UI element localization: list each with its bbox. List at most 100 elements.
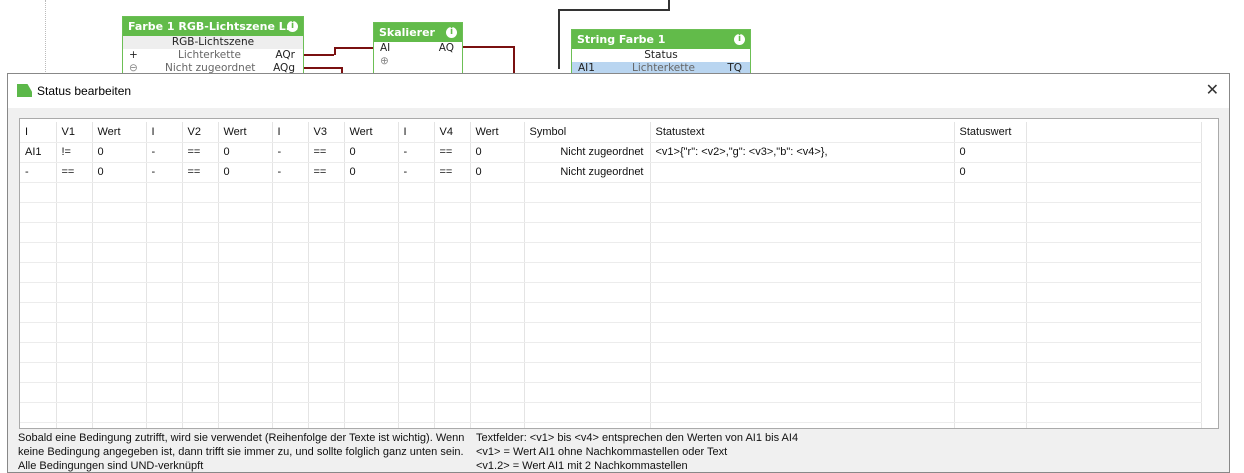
table-cell[interactable] (218, 302, 273, 323)
table-cell[interactable]: != (56, 142, 93, 163)
table-cell[interactable] (650, 242, 955, 263)
table-cell[interactable] (272, 322, 309, 343)
table-cell[interactable] (344, 202, 399, 223)
table-cell[interactable] (1026, 262, 1202, 283)
table-cell[interactable]: - (20, 162, 57, 183)
table-cell[interactable]: 0 (92, 142, 147, 163)
table-cell[interactable] (650, 302, 955, 323)
table-cell[interactable] (650, 262, 955, 283)
table-cell[interactable]: AI1 (20, 142, 57, 163)
table-cell[interactable] (954, 202, 1027, 223)
table-cell[interactable] (650, 222, 955, 243)
table-cell[interactable] (272, 182, 309, 203)
table-cell[interactable] (954, 402, 1027, 423)
table-cell[interactable] (272, 282, 309, 303)
table-cell[interactable] (182, 362, 219, 383)
table-cell[interactable] (218, 202, 273, 223)
table-cell[interactable] (470, 282, 525, 303)
table-cell[interactable] (308, 422, 345, 428)
table-cell[interactable] (1026, 162, 1202, 183)
table-cell[interactable] (182, 222, 219, 243)
table-cell[interactable] (1026, 282, 1202, 303)
table-cell[interactable]: 0 (470, 162, 525, 183)
table-cell[interactable] (434, 362, 471, 383)
table-cell[interactable] (56, 402, 93, 423)
empty-row[interactable] (20, 422, 1202, 428)
table-cell[interactable] (56, 242, 93, 263)
table-cell[interactable] (1026, 242, 1202, 263)
table-cell[interactable] (434, 222, 471, 243)
table-cell[interactable] (56, 202, 93, 223)
table-cell[interactable] (524, 262, 651, 283)
table-cell[interactable]: == (308, 162, 345, 183)
table-cell[interactable] (146, 282, 183, 303)
table-cell[interactable] (92, 342, 147, 363)
table-cell[interactable] (146, 302, 183, 323)
table-cell[interactable]: == (182, 142, 219, 163)
table-cell[interactable] (56, 362, 93, 383)
table-cell[interactable] (524, 322, 651, 343)
table-cell[interactable] (344, 242, 399, 263)
table-cell[interactable] (272, 342, 309, 363)
column-header[interactable]: V2 (182, 122, 219, 143)
empty-row[interactable] (20, 382, 1202, 403)
table-cell[interactable] (470, 362, 525, 383)
info-icon[interactable]: i (287, 21, 298, 32)
table-cell[interactable] (954, 302, 1027, 323)
table-cell[interactable] (218, 422, 273, 428)
table-cell[interactable] (524, 362, 651, 383)
table-cell[interactable] (308, 282, 345, 303)
table-row[interactable]: AI1 != 0- == 0- == 0- == 0 Nicht zugeordnet <v1>{"… (20, 142, 1202, 163)
table-cell[interactable] (470, 182, 525, 203)
table-cell[interactable] (146, 242, 183, 263)
column-header[interactable]: V3 (308, 122, 345, 143)
table-cell[interactable] (524, 242, 651, 263)
table-cell[interactable] (954, 182, 1027, 203)
table-cell[interactable] (470, 202, 525, 223)
info-icon[interactable]: i (446, 27, 457, 38)
info-icon[interactable]: i (734, 34, 745, 45)
empty-row[interactable] (20, 342, 1202, 363)
table-cell[interactable]: == (308, 142, 345, 163)
table-cell[interactable] (398, 362, 435, 383)
column-header[interactable]: V1 (56, 122, 93, 143)
table-cell[interactable] (308, 242, 345, 263)
dialog-titlebar[interactable]: Status bearbeiten ✕ (8, 74, 1229, 108)
table-cell[interactable] (182, 262, 219, 283)
add-input-icon[interactable]: ⊕ (374, 55, 462, 68)
table-cell[interactable] (20, 342, 57, 363)
table-cell[interactable] (434, 302, 471, 323)
table-cell[interactable] (954, 322, 1027, 343)
table-cell[interactable] (20, 362, 57, 383)
empty-row[interactable] (20, 222, 1202, 243)
table-cell[interactable] (272, 382, 309, 403)
table-cell[interactable] (308, 222, 345, 243)
table-cell[interactable] (92, 302, 147, 323)
table-cell[interactable] (92, 182, 147, 203)
table-cell[interactable] (434, 262, 471, 283)
table-cell[interactable] (182, 322, 219, 343)
table-cell[interactable] (398, 302, 435, 323)
table-cell[interactable] (398, 202, 435, 223)
table-cell[interactable] (398, 322, 435, 343)
table-cell[interactable] (182, 302, 219, 323)
table-cell[interactable] (146, 342, 183, 363)
block-row[interactable]: AI AQ (374, 42, 462, 55)
column-header[interactable]: Wert (218, 122, 273, 143)
table-cell[interactable] (20, 302, 57, 323)
table-cell[interactable] (470, 262, 525, 283)
table-cell[interactable] (1026, 382, 1202, 403)
table-cell[interactable] (218, 322, 273, 343)
table-cell[interactable] (470, 302, 525, 323)
table-cell[interactable] (308, 402, 345, 423)
status-table[interactable]: I V1 Wert I V2 Wert I V3 Wert I V4 Wert Symbol Status… (19, 118, 1219, 429)
table-cell[interactable] (308, 182, 345, 203)
logic-canvas[interactable]: Farbe 1 RGB-Lichtszene L... i RGB-Lichtsz… (0, 0, 1244, 80)
table-cell[interactable] (20, 182, 57, 203)
table-cell[interactable]: - (398, 162, 435, 183)
table-cell[interactable] (1026, 182, 1202, 203)
table-cell[interactable] (344, 222, 399, 243)
empty-row[interactable] (20, 282, 1202, 303)
table-cell[interactable] (1026, 362, 1202, 383)
table-cell[interactable] (954, 242, 1027, 263)
